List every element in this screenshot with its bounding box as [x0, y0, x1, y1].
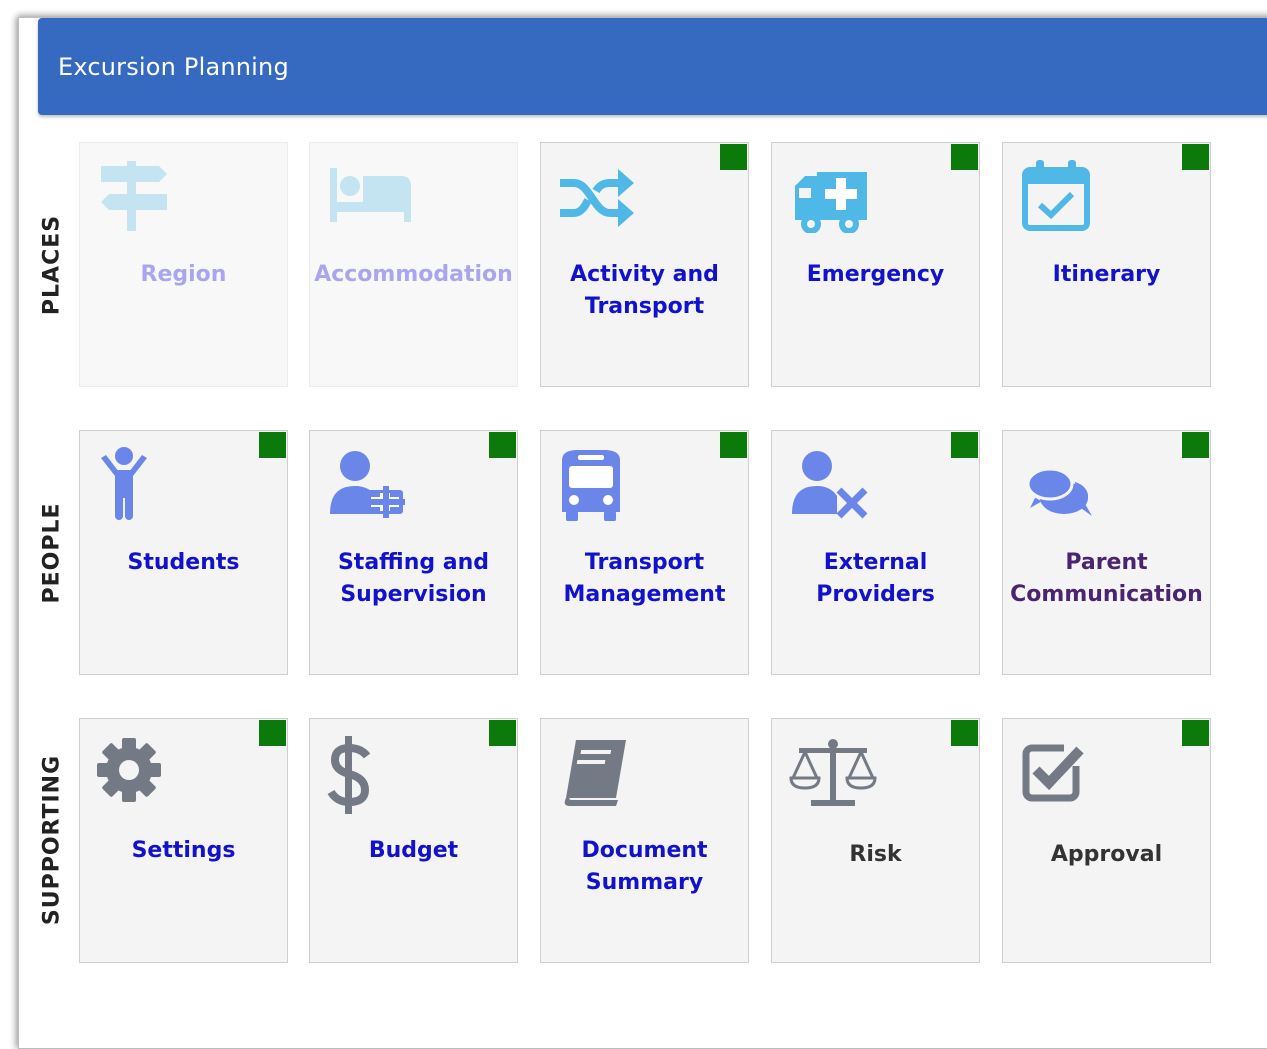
dollar-icon: [327, 734, 407, 814]
tile-itinerary[interactable]: Itinerary: [1002, 142, 1211, 387]
tile-accommodation: Accommodation: [309, 142, 518, 387]
tile-external-providers[interactable]: External Providers: [771, 430, 980, 675]
checkbox-icon: [1020, 734, 1100, 809]
tile-label: Accommodation: [314, 262, 513, 287]
tile-label: Staffing and: [337, 550, 490, 575]
tile-label: Emergency: [806, 262, 945, 287]
tile-emergency[interactable]: Emergency: [771, 142, 980, 387]
status-badge: [720, 144, 747, 170]
tile-label: Risk: [849, 842, 902, 867]
tile-label: Region: [140, 262, 227, 287]
status-badge: [1182, 144, 1209, 170]
child-icon: [97, 446, 177, 521]
status-badge: [951, 144, 978, 170]
tile-label: External: [823, 550, 928, 575]
tile-students[interactable]: Students: [79, 430, 288, 675]
tile-label-line2: Transport: [584, 294, 705, 319]
tile-region: Region: [79, 142, 288, 387]
tile-label: Students: [127, 550, 240, 575]
gear-icon: [97, 734, 177, 809]
ambulance-icon: [789, 158, 869, 233]
bed-icon: [327, 158, 411, 233]
book-icon: [558, 734, 638, 809]
tile-transport-management[interactable]: Transport Management: [540, 430, 749, 675]
tile-label-line2: Summary: [585, 870, 704, 895]
status-badge: [951, 432, 978, 458]
signpost-icon: [97, 158, 177, 233]
user-plus-icon: [327, 446, 407, 521]
status-badge: [489, 432, 516, 458]
tile-label: Itinerary: [1052, 262, 1161, 287]
tile-parent-communication[interactable]: Parent Communication: [1002, 430, 1211, 675]
tile-risk[interactable]: Risk: [771, 718, 980, 963]
tile-label: Budget: [368, 838, 459, 863]
status-badge: [1182, 720, 1209, 746]
status-badge: [259, 720, 286, 746]
tile-label: Settings: [131, 838, 236, 863]
status-badge: [720, 432, 747, 458]
bus-icon: [558, 446, 638, 521]
tile-label-line2: Management: [563, 582, 726, 607]
status-badge: [1182, 432, 1209, 458]
shuffle-icon: [558, 158, 638, 233]
tile-label: Activity and: [570, 262, 719, 287]
status-badge: [951, 720, 978, 746]
tile-approval[interactable]: Approval: [1002, 718, 1211, 963]
scale-icon: [789, 734, 877, 809]
tile-settings[interactable]: Settings: [79, 718, 288, 963]
tile-staffing-and-supervision[interactable]: Staffing and Supervision: [309, 430, 518, 675]
tile-label: Approval: [1050, 842, 1163, 867]
tile-label-line2: Communication: [1010, 582, 1203, 607]
page-title: Excursion Planning: [58, 53, 289, 81]
tile-document-summary[interactable]: Document Summary: [540, 718, 749, 963]
tile-label-line2: Providers: [816, 582, 935, 607]
status-badge: [259, 432, 286, 458]
tile-activity-and-transport[interactable]: Activity and Transport: [540, 142, 749, 387]
status-badge: [489, 720, 516, 746]
tile-label: Document: [581, 838, 708, 863]
tile-label-line2: Supervision: [340, 582, 487, 607]
user-times-icon: [789, 446, 869, 521]
tile-budget[interactable]: Budget: [309, 718, 518, 963]
calendar-check-icon: [1020, 158, 1100, 233]
page-header: Excursion Planning: [38, 18, 1267, 115]
tile-label: Transport: [584, 550, 705, 575]
comments-icon: [1020, 446, 1100, 521]
tile-label: Parent: [1065, 550, 1148, 575]
